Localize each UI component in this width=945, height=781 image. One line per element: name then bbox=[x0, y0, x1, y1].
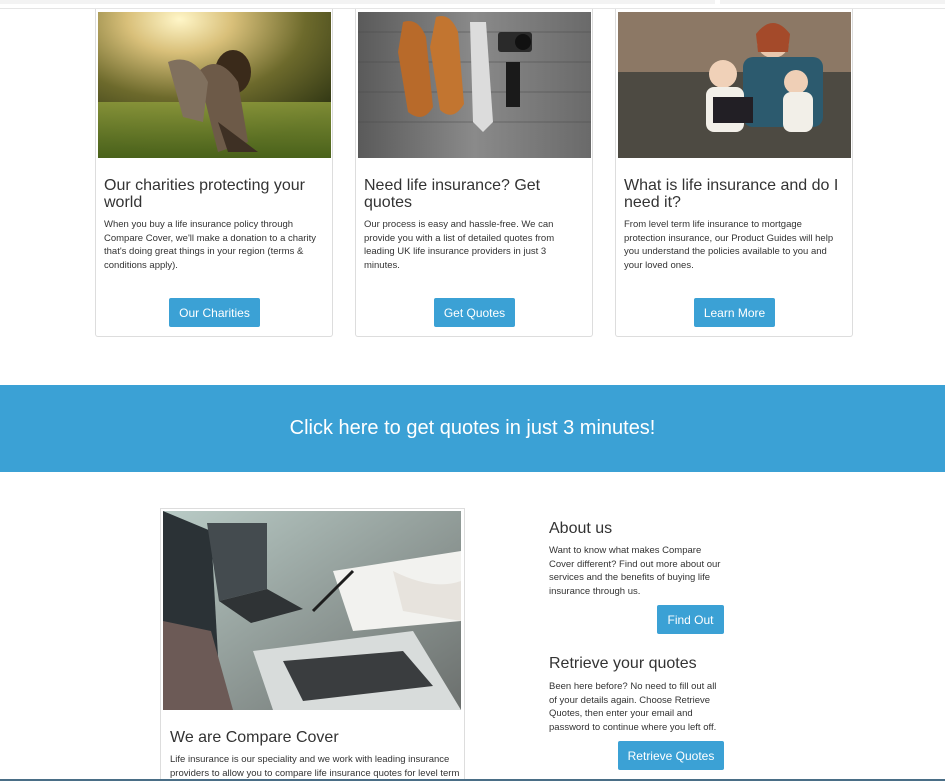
family-sofa-image bbox=[618, 12, 851, 158]
card-learn-more: What is life insurance and do I need it?… bbox=[615, 8, 853, 337]
about-us-description: Want to know what makes Compare Cover di… bbox=[549, 545, 721, 597]
top-bar-segment-right bbox=[720, 0, 945, 4]
card-title: What is life insurance and do I need it? bbox=[624, 177, 839, 211]
get-quotes-button[interactable]: Get Quotes bbox=[434, 298, 515, 327]
feature-description: Life insurance is our speciality and we … bbox=[170, 754, 460, 779]
about-compare-cover-card: We are Compare Cover Life insurance is o… bbox=[160, 508, 465, 781]
laptop-desk-photo bbox=[163, 511, 461, 710]
card-description: When you buy a life insurance policy thr… bbox=[104, 219, 316, 271]
card-title: Need life insurance? Get quotes bbox=[364, 177, 541, 211]
laptop-desk-image bbox=[163, 511, 461, 710]
top-browser-edge bbox=[0, 0, 945, 9]
learn-more-button[interactable]: Learn More bbox=[694, 298, 775, 327]
child-field-image bbox=[98, 12, 331, 158]
our-charities-button[interactable]: Our Charities bbox=[169, 298, 260, 327]
card-description: From level term life insurance to mortga… bbox=[624, 219, 834, 271]
card-charities: Our charities protecting your world When… bbox=[95, 8, 333, 337]
about-us-title: About us bbox=[549, 520, 613, 537]
top-bar-segment-left bbox=[0, 0, 715, 4]
retrieve-quotes-button[interactable]: Retrieve Quotes bbox=[618, 741, 724, 770]
shoes-tie-camera-image bbox=[358, 12, 591, 158]
feature-title: We are Compare Cover bbox=[170, 729, 339, 746]
retrieve-quotes-description: Been here before? No need to fill out al… bbox=[549, 681, 717, 733]
shoes-tie-camera-photo bbox=[358, 12, 591, 158]
card-get-quotes: Need life insurance? Get quotes Our proc… bbox=[355, 8, 593, 337]
find-out-button[interactable]: Find Out bbox=[657, 605, 724, 634]
card-description: Our process is easy and hassle-free. We … bbox=[364, 219, 555, 271]
page: Our charities protecting your world When… bbox=[0, 0, 945, 781]
retrieve-quotes-title: Retrieve your quotes bbox=[549, 655, 697, 672]
card-title: Our charities protecting your world bbox=[104, 177, 305, 211]
child-field-photo bbox=[98, 12, 331, 158]
family-sofa-photo bbox=[618, 12, 851, 158]
get-quotes-banner[interactable]: Click here to get quotes in just 3 minut… bbox=[0, 385, 945, 472]
